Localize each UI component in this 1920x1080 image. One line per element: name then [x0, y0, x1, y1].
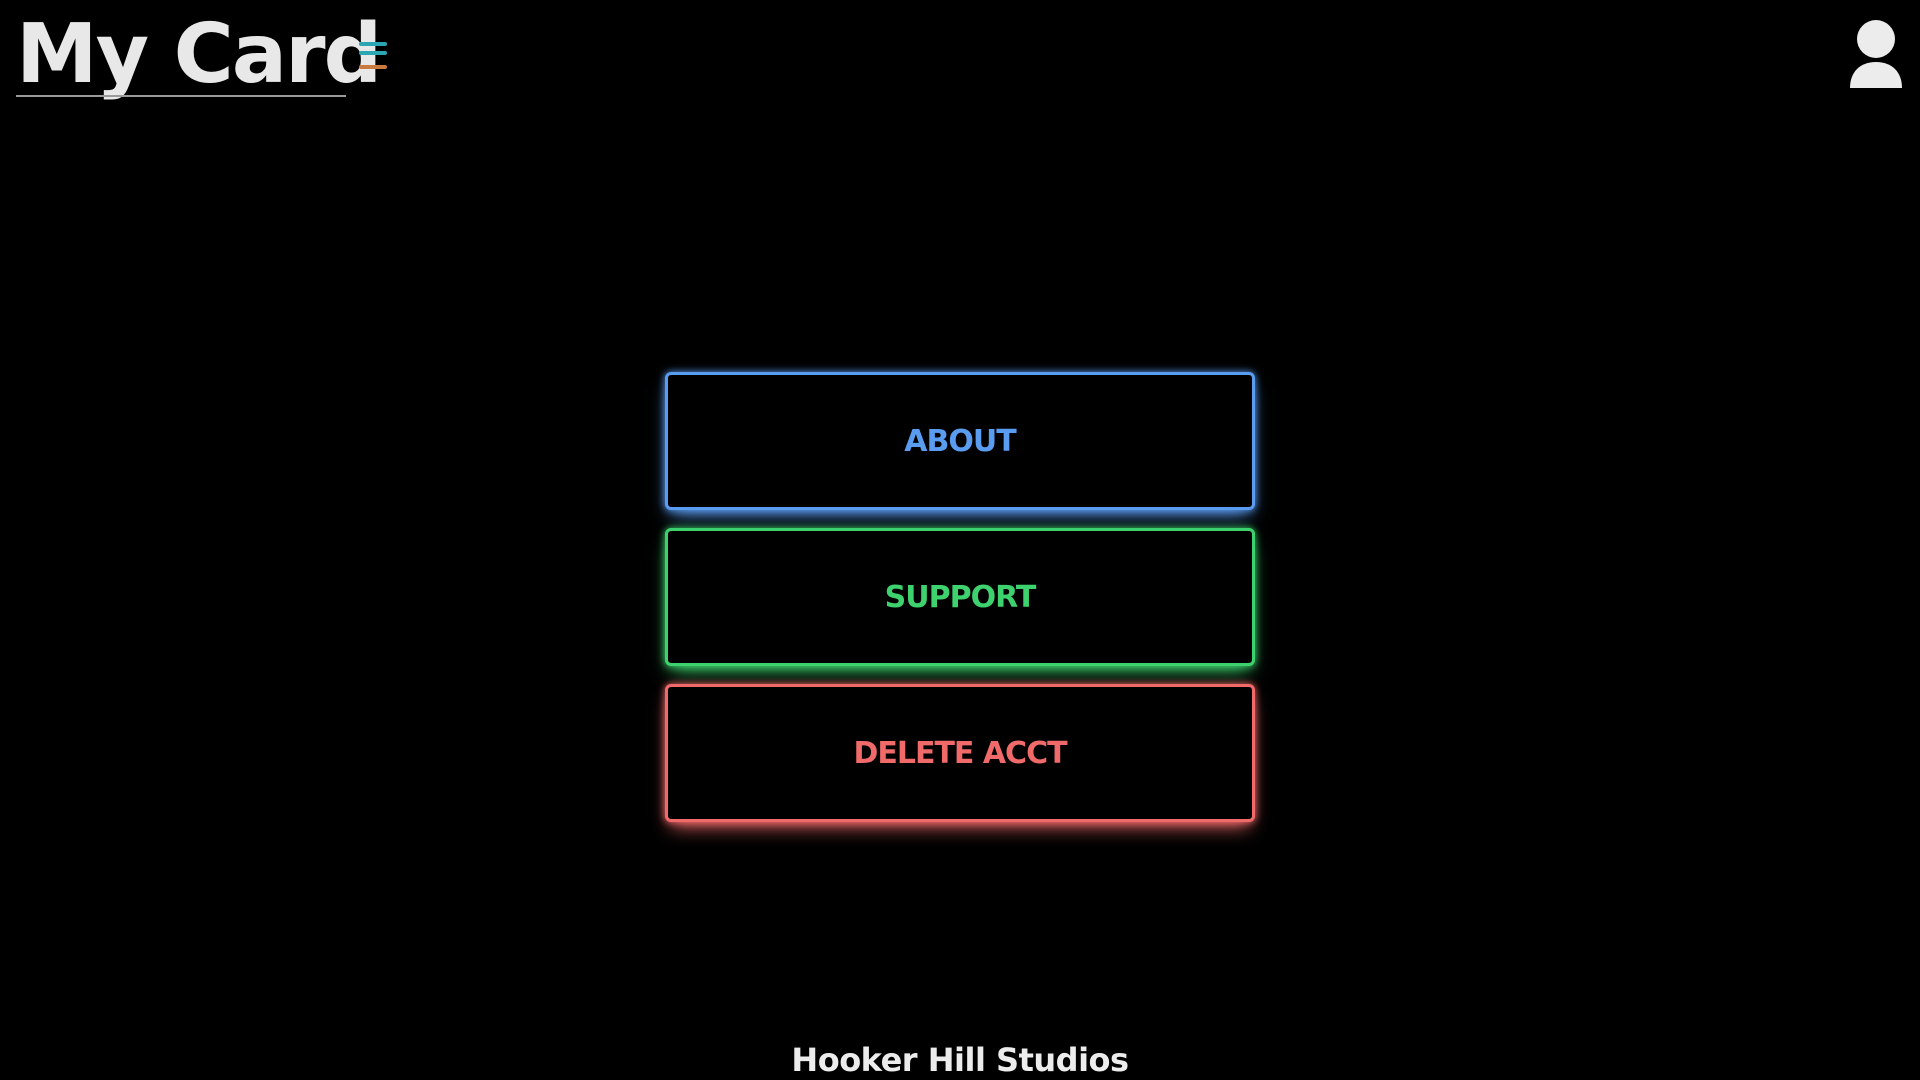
- user-account-icon[interactable]: [1848, 18, 1904, 90]
- hamburger-menu-icon[interactable]: [358, 40, 390, 72]
- app-title-link[interactable]: My Card: [16, 6, 382, 104]
- main-menu: ABOUT SUPPORT DELETE ACCT: [665, 372, 1255, 840]
- title-underline: [16, 95, 346, 97]
- about-button[interactable]: ABOUT: [665, 372, 1255, 510]
- delete-account-button[interactable]: DELETE ACCT: [665, 684, 1255, 822]
- page: My Card ABOUT SUPPORT DELETE ACCT Hooker…: [0, 0, 1920, 1080]
- support-button[interactable]: SUPPORT: [665, 528, 1255, 666]
- footer-credit: Hooker Hill Studios: [791, 1041, 1129, 1079]
